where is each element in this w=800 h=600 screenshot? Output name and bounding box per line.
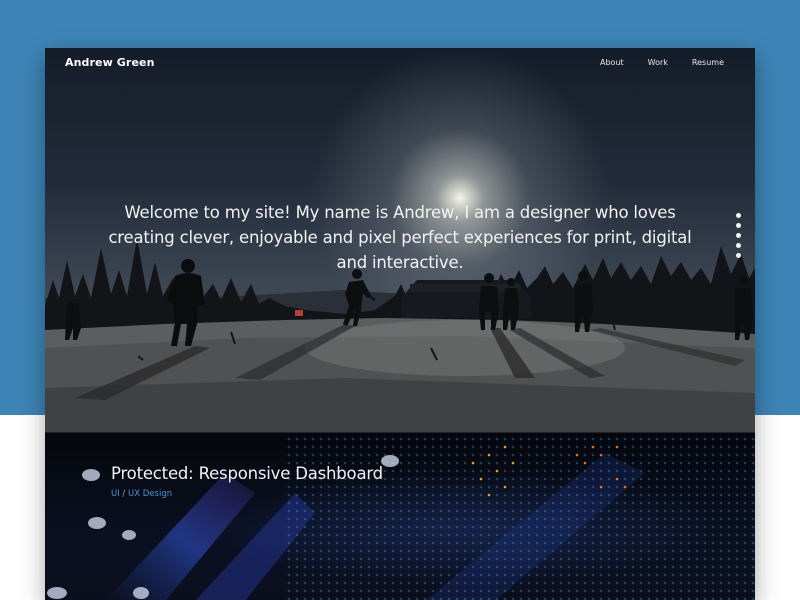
browser-frame: Andrew Green About Work Resume Welcome t…	[45, 48, 755, 600]
project-card[interactable]: Protected: Responsive Dashboard UI / UX …	[45, 432, 755, 600]
main-nav: About Work Resume	[576, 58, 724, 67]
hero-section: Andrew Green About Work Resume Welcome t…	[45, 48, 755, 432]
project-tags: UI / UX Design	[111, 489, 172, 499]
section-pager	[736, 213, 746, 263]
top-nav-bar: Andrew Green About Work Resume	[45, 48, 755, 80]
nav-resume[interactable]: Resume	[692, 58, 724, 67]
nav-work[interactable]: Work	[648, 58, 668, 67]
project-title[interactable]: Protected: Responsive Dashboard	[111, 464, 383, 483]
site-brand-link[interactable]: Andrew Green	[65, 56, 155, 69]
pager-dot[interactable]	[736, 233, 741, 238]
tag-separator: /	[119, 489, 129, 499]
project-cover-image	[47, 437, 755, 600]
pager-dot[interactable]	[736, 243, 741, 248]
pager-dot[interactable]	[736, 213, 741, 218]
tag-ux-design[interactable]: UX Design	[128, 489, 172, 499]
pager-dot[interactable]	[736, 223, 741, 228]
tag-ui[interactable]: UI	[111, 489, 120, 499]
hero-intro-text: Welcome to my site! My name is Andrew, I…	[108, 203, 692, 272]
pager-dot[interactable]	[736, 253, 741, 258]
nav-about[interactable]: About	[600, 58, 624, 67]
